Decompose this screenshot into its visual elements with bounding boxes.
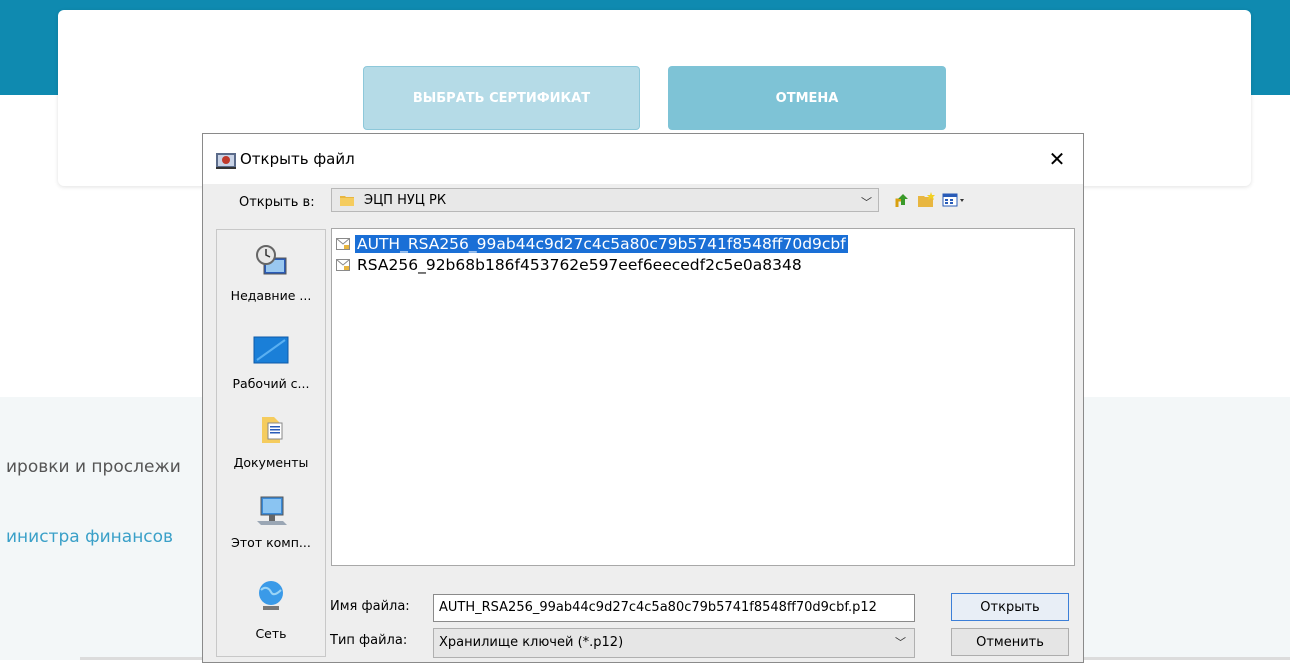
key-file-icon bbox=[336, 259, 350, 271]
look-in-label: Открыть в: bbox=[239, 195, 315, 210]
open-file-dialog: Открыть файл ✕ Открыть в: ЭЦП НУЦ РК ﹀ Н… bbox=[202, 133, 1084, 663]
place-network[interactable]: Сеть bbox=[217, 578, 325, 658]
key-file-icon bbox=[336, 238, 350, 250]
documents-icon bbox=[262, 417, 283, 443]
new-folder-icon[interactable] bbox=[917, 191, 937, 209]
chevron-down-icon: ﹀ bbox=[861, 196, 872, 209]
view-menu-icon[interactable] bbox=[941, 191, 971, 209]
place-label: Этот комп... bbox=[231, 535, 311, 550]
place-label: Рабочий с... bbox=[232, 376, 310, 391]
file-name: RSA256_92b68b186f453762e597eef6eecedf2c5… bbox=[357, 256, 802, 274]
file-name-label: Имя файла: bbox=[330, 599, 410, 614]
file-name-input[interactable]: AUTH_RSA256_99ab44c9d27c4c5a80c79b5741f8… bbox=[433, 594, 915, 622]
look-in-value: ЭЦП НУЦ РК bbox=[364, 192, 447, 208]
desktop-icon bbox=[253, 336, 289, 364]
up-folder-icon[interactable] bbox=[893, 191, 913, 209]
place-desktop[interactable]: Рабочий с... bbox=[217, 336, 325, 416]
file-list[interactable]: AUTH_RSA256_99ab44c9d27c4c5a80c79b5741f8… bbox=[331, 228, 1075, 566]
file-type-dropdown[interactable]: Хранилище ключей (*.p12) ﹀ bbox=[433, 628, 915, 658]
close-icon[interactable]: ✕ bbox=[1039, 144, 1075, 174]
file-item[interactable]: RSA256_92b68b186f453762e597eef6eecedf2c5… bbox=[336, 255, 804, 275]
folder-icon bbox=[340, 196, 354, 206]
cancel-button[interactable]: Отменить bbox=[951, 628, 1069, 656]
file-type-label: Тип файла: bbox=[330, 633, 408, 648]
chevron-down-icon: ﹀ bbox=[895, 636, 906, 649]
background-text: ировки и прослежи bbox=[6, 457, 181, 477]
background-link-text[interactable]: инистра финансов bbox=[6, 527, 173, 547]
dialog-titlebar: Открыть файл ✕ bbox=[203, 134, 1083, 184]
file-type-value: Хранилище ключей (*.p12) bbox=[439, 635, 624, 650]
file-name: AUTH_RSA256_99ab44c9d27c4c5a80c79b5741f8… bbox=[355, 235, 848, 253]
computer-icon bbox=[257, 496, 287, 525]
java-app-icon bbox=[216, 153, 236, 169]
place-label: Сеть bbox=[255, 626, 287, 641]
place-computer[interactable]: Этот комп... bbox=[217, 495, 325, 575]
recent-items-icon bbox=[256, 245, 287, 275]
cancel-page-button[interactable]: ОТМЕНА bbox=[668, 66, 946, 130]
file-item-selected[interactable]: AUTH_RSA256_99ab44c9d27c4c5a80c79b5741f8… bbox=[336, 234, 848, 254]
place-recent[interactable]: Недавние ... bbox=[217, 244, 325, 324]
select-certificate-button[interactable]: ВЫБРАТЬ СЕРТИФИКАТ bbox=[363, 66, 640, 130]
places-bar: Недавние ... Рабочий с... Документы Этот… bbox=[216, 229, 326, 657]
network-icon bbox=[259, 581, 283, 610]
dialog-title: Открыть файл bbox=[240, 150, 355, 168]
place-label: Недавние ... bbox=[230, 288, 312, 303]
open-button[interactable]: Открыть bbox=[951, 593, 1069, 621]
look-in-dropdown[interactable]: ЭЦП НУЦ РК ﹀ bbox=[331, 188, 879, 212]
place-documents[interactable]: Документы bbox=[217, 415, 325, 495]
place-label: Документы bbox=[233, 455, 309, 470]
